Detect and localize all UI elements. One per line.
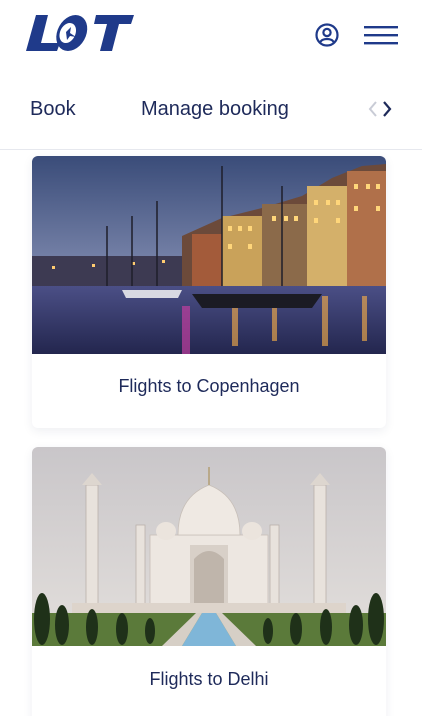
user-account-icon[interactable] bbox=[314, 22, 340, 48]
chevron-left-icon[interactable] bbox=[368, 101, 377, 117]
tab-book[interactable]: Book bbox=[30, 98, 76, 121]
destination-card-delhi[interactable]: Flights to Delhi bbox=[32, 447, 386, 716]
taj-mahal-photo bbox=[32, 447, 386, 646]
booking-nav: Book Manage booking bbox=[0, 80, 422, 150]
hamburger-menu-icon[interactable] bbox=[364, 24, 398, 46]
card-title-copenhagen[interactable]: Flights to Copenhagen bbox=[32, 376, 386, 397]
tab-manage-booking[interactable]: Manage booking bbox=[141, 98, 289, 121]
destinations-list: Flights to Copenhagen Flights to Delhi bbox=[0, 151, 422, 716]
destination-card-copenhagen[interactable]: Flights to Copenhagen bbox=[32, 156, 386, 428]
chevron-right-icon[interactable] bbox=[383, 101, 392, 117]
copenhagen-nyhavn-photo bbox=[32, 156, 386, 354]
app-header bbox=[0, 0, 422, 70]
nav-scroll-arrows bbox=[368, 101, 392, 117]
lot-logo[interactable] bbox=[26, 13, 136, 53]
card-title-delhi[interactable]: Flights to Delhi bbox=[32, 669, 386, 690]
